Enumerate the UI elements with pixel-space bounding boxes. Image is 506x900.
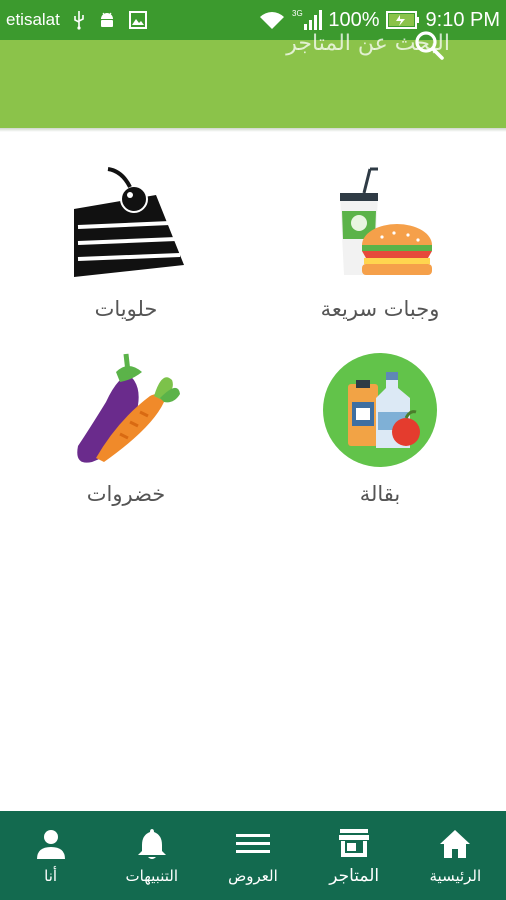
category-label: حلويات — [94, 297, 158, 321]
nav-home[interactable]: الرئيسية — [410, 827, 500, 885]
bottom-nav: الرئيسية المتاجر العروض التنبيهات أنا — [0, 811, 506, 900]
category-grocery[interactable]: بقالة — [280, 350, 480, 506]
nav-stores[interactable]: المتاجر — [309, 826, 399, 886]
nav-me[interactable]: أنا — [6, 827, 96, 885]
cake-icon — [74, 167, 184, 277]
nav-label: التنبيهات — [125, 866, 178, 885]
menu-lines-icon — [235, 833, 270, 853]
network-type: 3G — [292, 9, 303, 18]
vegetables-icon — [77, 353, 180, 463]
category-sweets[interactable]: حلويات — [26, 165, 226, 321]
fast-food-icon — [340, 167, 432, 275]
search-bar[interactable] — [90, 24, 450, 64]
search-input[interactable] — [90, 24, 450, 64]
category-label: خضروات — [86, 482, 166, 506]
category-label: وجبات سريعة — [320, 297, 440, 321]
nav-label: الرئيسية — [429, 866, 482, 885]
bell-icon — [137, 828, 166, 859]
header-shadow — [0, 128, 506, 132]
nav-notifications[interactable]: التنبيهات — [107, 827, 197, 885]
nav-offers[interactable]: العروض — [208, 827, 298, 885]
store-icon — [339, 828, 370, 857]
usb-icon — [72, 10, 86, 30]
category-fast-food[interactable]: وجبات سريعة — [280, 165, 480, 321]
nav-label: العروض — [228, 866, 278, 885]
home-icon — [440, 829, 471, 858]
category-label: بقالة — [359, 482, 401, 506]
category-vegetables[interactable]: خضروات — [26, 350, 226, 506]
grocery-icon — [323, 353, 437, 467]
carrier-name: etisalat — [6, 10, 60, 29]
search-icon[interactable] — [412, 28, 446, 62]
person-icon — [36, 829, 65, 859]
nav-label: المتاجر — [329, 865, 380, 886]
nav-label: أنا — [44, 866, 58, 885]
